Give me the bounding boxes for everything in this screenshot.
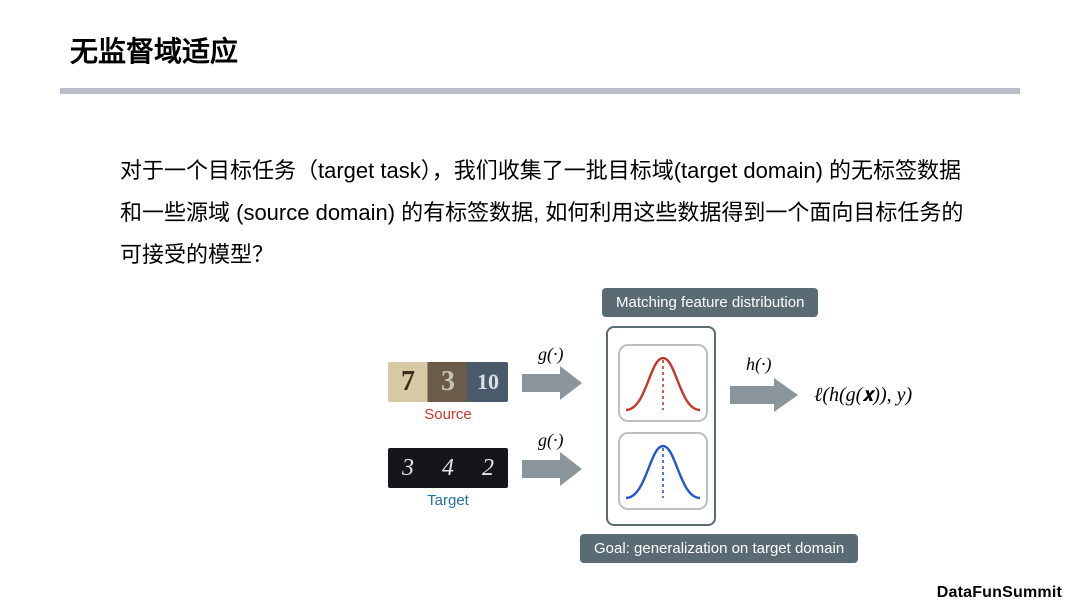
slide-body-text: 对于一个目标任务（target task），我们收集了一批目标域(target … <box>120 150 970 275</box>
target-domain-samples: 3 4 2 <box>388 448 508 488</box>
arrow-source-to-feature <box>522 366 582 400</box>
source-digit-1: 3 <box>428 362 468 402</box>
source-digit-0: 7 <box>388 362 428 402</box>
target-caption: Target <box>388 492 508 509</box>
source-distribution-curve <box>618 344 708 422</box>
badge-goal: Goal: generalization on target domain <box>580 534 858 563</box>
g-function-label-bottom: g(·) <box>538 430 564 451</box>
feature-distribution-box <box>606 326 716 526</box>
loss-expression: ℓ(h(g(𝐱)), y) <box>814 384 912 407</box>
source-digit-2: 10 <box>468 362 508 402</box>
h-function-label: h(·) <box>746 354 772 375</box>
source-domain-samples: 7 3 10 <box>388 362 508 402</box>
target-distribution-curve <box>618 432 708 510</box>
title-underline <box>60 88 1020 94</box>
g-function-label-top: g(·) <box>538 344 564 365</box>
arrow-target-to-feature <box>522 452 582 486</box>
footer-brand: DataFunSummit <box>937 584 1062 602</box>
arrow-feature-to-loss <box>730 378 798 412</box>
target-digit-1: 4 <box>428 448 468 488</box>
domain-adaptation-diagram: Matching feature distribution 7 3 10 Sou… <box>370 288 1010 568</box>
target-digit-2: 2 <box>468 448 508 488</box>
source-caption: Source <box>388 406 508 423</box>
slide-title: 无监督域适应 <box>70 30 238 70</box>
badge-matching-feature: Matching feature distribution <box>602 288 818 317</box>
target-digit-0: 3 <box>388 448 428 488</box>
